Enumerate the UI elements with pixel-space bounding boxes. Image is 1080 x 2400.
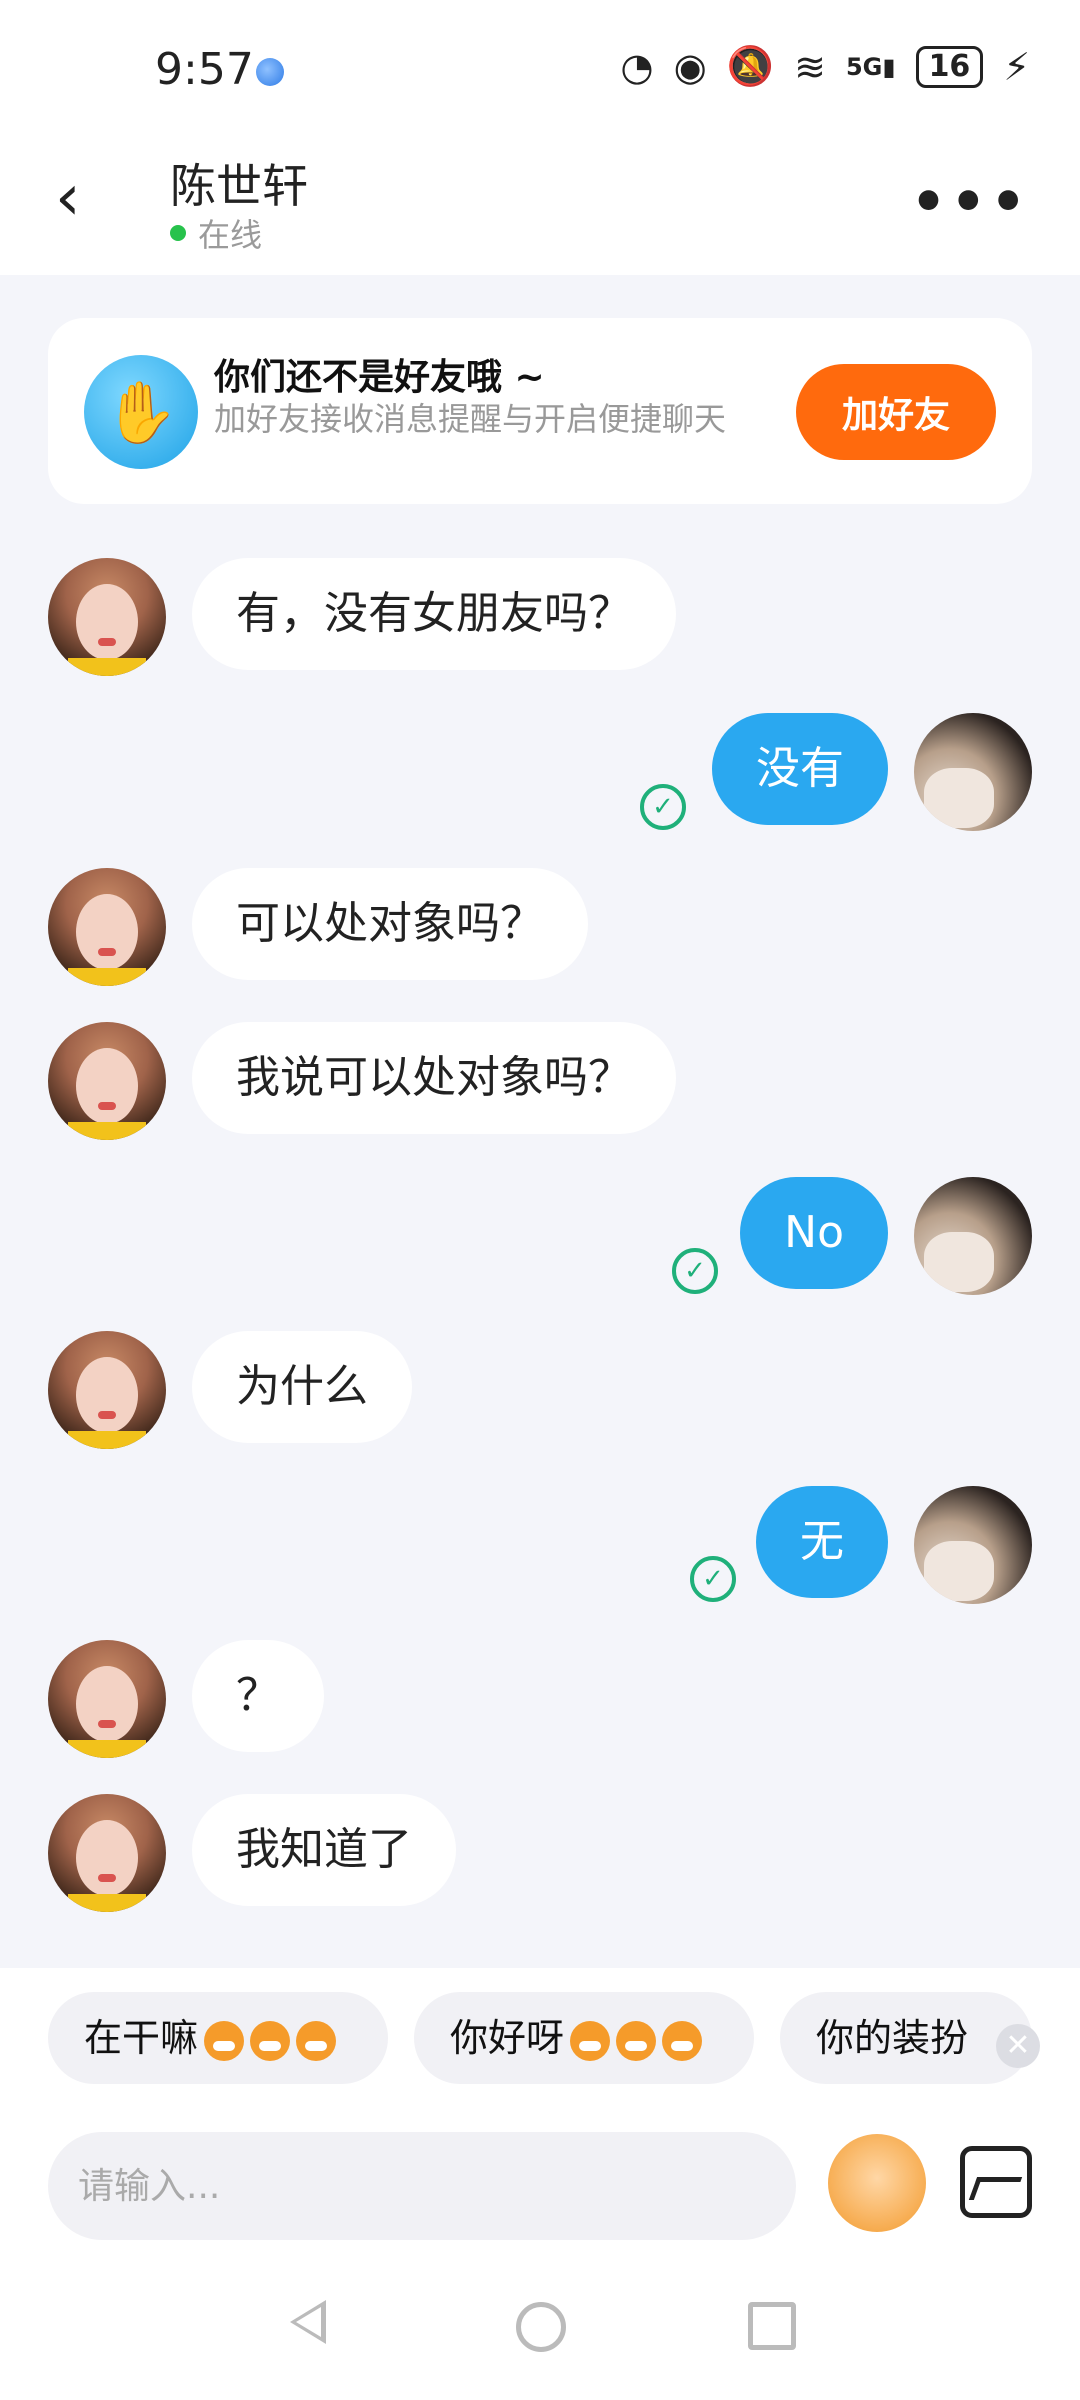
- online-dot-icon: [170, 225, 186, 241]
- status-time: 9:57: [155, 44, 254, 95]
- chat-header: ‹ 陈世轩 在线 •••: [0, 130, 1080, 275]
- quick-reply-chip[interactable]: 你的装扮: [780, 1992, 1032, 2084]
- nav-home-icon[interactable]: [516, 2302, 566, 2352]
- contact-name: 陈世轩: [170, 159, 308, 213]
- avatar[interactable]: [914, 713, 1032, 831]
- eye-icon: ◉: [673, 44, 707, 89]
- message-bubble[interactable]: 没有: [712, 713, 888, 825]
- avatar[interactable]: [48, 868, 166, 986]
- banner-subtitle: 加好友接收消息提醒与开启便捷聊天: [214, 400, 727, 438]
- system-nav-bar: [0, 2270, 1080, 2400]
- online-label: 在线: [198, 216, 263, 254]
- message-bubble[interactable]: 我说可以处对象吗？: [192, 1022, 676, 1134]
- monkey-emoji-icon: [616, 2020, 657, 2061]
- status-bar: 9:57 ◔ ◉ 🔕 ≋ 5G▮ 16 ⚡: [0, 0, 1080, 130]
- quick-reply-text: 在干嘛: [84, 2016, 199, 2060]
- message-bubble[interactable]: 为什么: [192, 1331, 412, 1443]
- banner-title: 你们还不是好友哦 ~: [214, 357, 545, 398]
- battery-icon: 16: [915, 45, 984, 88]
- wifi-icon: ≋: [794, 44, 826, 89]
- message-bubble[interactable]: ？: [192, 1640, 324, 1752]
- message-bubble[interactable]: 无: [756, 1486, 888, 1598]
- sticker-mascot-icon[interactable]: [828, 2134, 926, 2232]
- more-menu-icon[interactable]: •••: [911, 170, 1030, 235]
- quick-reply-text: 你好呀: [450, 2016, 565, 2060]
- read-check-icon: ✓: [672, 1248, 718, 1294]
- hd-call-icon: ◔: [620, 44, 654, 89]
- avatar[interactable]: [914, 1177, 1032, 1295]
- monkey-emoji-icon: [662, 2020, 703, 2061]
- quick-reply-text: 你的装扮: [816, 2016, 969, 2060]
- read-check-icon: ✓: [640, 784, 686, 830]
- message-bubble[interactable]: 可以处对象吗？: [192, 868, 588, 980]
- avatar[interactable]: [48, 1331, 166, 1449]
- image-icon[interactable]: [960, 2146, 1032, 2218]
- input-bar: [0, 2096, 1080, 2270]
- add-friend-banner: ✋ 你们还不是好友哦 ~ 加好友接收消息提醒与开启便捷聊天 加好友: [48, 318, 1032, 504]
- avatar[interactable]: [48, 558, 166, 676]
- monkey-emoji-icon: [204, 2020, 245, 2061]
- add-friend-button[interactable]: 加好友: [796, 364, 996, 460]
- quick-reply-bar: 在干嘛 你好呀 你的装扮 ✕: [0, 1968, 1080, 2096]
- monkey-emoji-icon: [250, 2020, 291, 2061]
- status-icons: ◔ ◉ 🔕 ≋ 5G▮ 16 ⚡: [620, 44, 1030, 89]
- signal-icon: 5G▮: [845, 52, 896, 81]
- message-input[interactable]: [48, 2132, 796, 2240]
- monkey-emoji-icon: [296, 2020, 337, 2061]
- avatar[interactable]: [48, 1794, 166, 1912]
- nav-back-icon[interactable]: [290, 2300, 326, 2344]
- avatar[interactable]: [48, 1640, 166, 1758]
- charging-icon: ⚡: [1003, 44, 1030, 89]
- online-status: 在线: [170, 210, 262, 256]
- browser-globe-icon: [256, 58, 284, 86]
- message-bubble[interactable]: No: [740, 1177, 888, 1289]
- avatar[interactable]: [48, 1022, 166, 1140]
- monkey-emoji-icon: [570, 2020, 611, 2061]
- read-check-icon: ✓: [690, 1556, 736, 1602]
- avatar[interactable]: [914, 1486, 1032, 1604]
- message-bubble[interactable]: 我知道了: [192, 1794, 456, 1906]
- quick-reply-chip[interactable]: 在干嘛: [48, 1992, 388, 2084]
- back-chevron-icon[interactable]: ‹: [55, 166, 81, 230]
- quick-reply-chip[interactable]: 你好呀: [414, 1992, 754, 2084]
- nav-recents-icon[interactable]: [748, 2302, 796, 2350]
- close-icon[interactable]: ✕: [996, 2024, 1040, 2068]
- bell-mute-icon: 🔕: [726, 44, 775, 88]
- hand-wave-icon: ✋: [84, 355, 198, 469]
- message-bubble[interactable]: 有，没有女朋友吗？: [192, 558, 676, 670]
